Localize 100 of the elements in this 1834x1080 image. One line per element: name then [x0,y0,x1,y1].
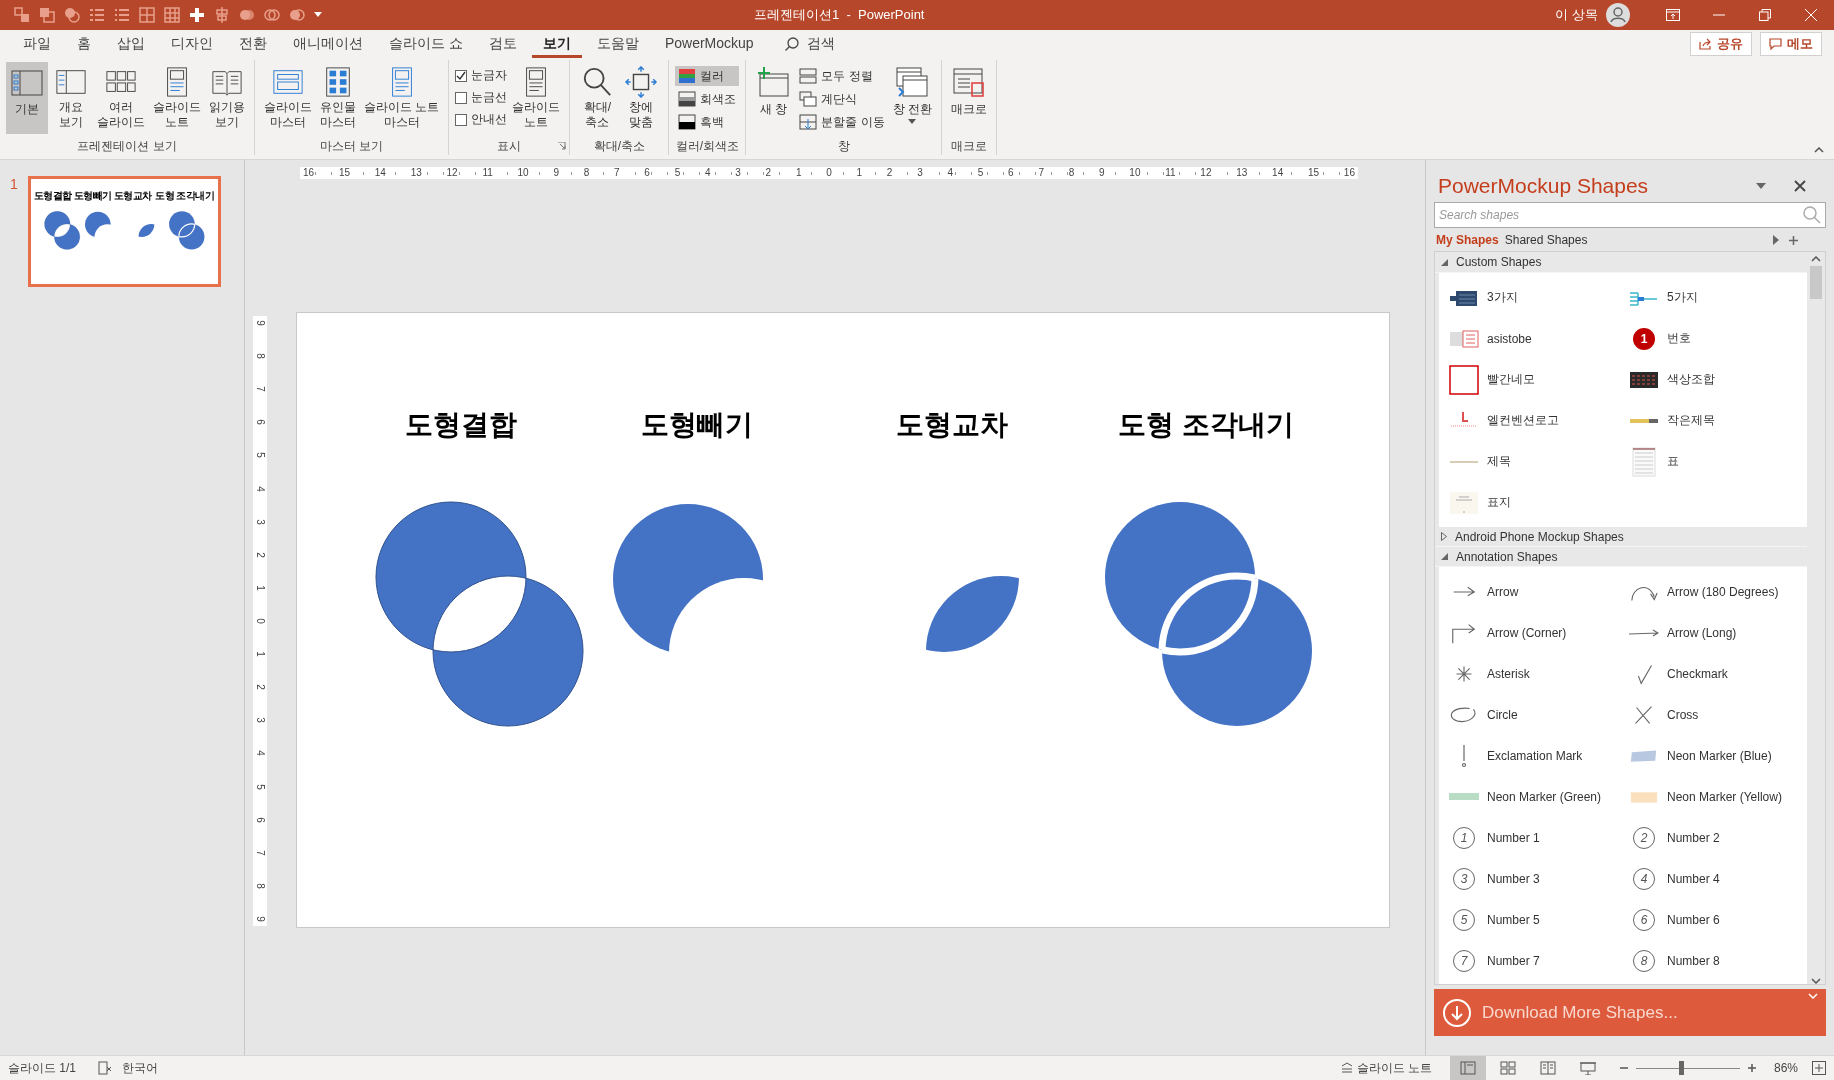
caret-icon[interactable] [314,12,322,18]
shape-item[interactable]: 3가지 [1445,277,1625,318]
shape-item[interactable]: 1 번호 [1625,318,1805,359]
zoom-slider-thumb[interactable] [1678,1061,1684,1075]
shape-item[interactable]: Asterisk [1445,653,1625,694]
shapes-icon[interactable] [39,7,55,23]
shape-item[interactable]: 1 Number 1 [1445,817,1625,858]
shape-item[interactable]: 작은제목 [1625,400,1805,441]
shape-item[interactable]: Arrow [1445,571,1625,612]
menu-tab[interactable]: 도움말 [585,30,650,58]
shape-item[interactable]: 7 Number 7 [1445,940,1625,981]
notes-button[interactable]: 슬라이드 노트 [1334,1058,1438,1078]
shape-item[interactable]: Checkmark [1625,653,1805,694]
ribbon-button[interactable]: 모두 정렬 [796,66,888,86]
shape-item[interactable]: 표 [1625,441,1805,482]
ribbon-button[interactable]: 슬라이드 노트 [509,62,564,134]
checkbox[interactable]: 안내선 [455,110,508,129]
collapse-ribbon-icon[interactable] [1814,147,1824,153]
shape-item[interactable]: Arrow (Corner) [1445,612,1625,653]
panel-menu-button[interactable] [1756,183,1767,189]
menu-tab[interactable]: 파일 [12,30,62,58]
list-icon[interactable] [114,7,130,23]
menu-tab[interactable]: 삽입 [106,30,156,58]
checkbox[interactable]: 눈금자 [455,66,508,85]
plus-icon[interactable] [189,7,205,23]
dialog-launcher-icon[interactable] [558,142,567,150]
panel-tab[interactable]: My Shapes [1436,233,1499,247]
shape-item[interactable]: Cross [1625,694,1805,735]
shape-item[interactable]: 빨간네모 [1445,359,1625,400]
shape-item[interactable]: Arrow (Long) [1625,612,1805,653]
ribbon-button[interactable]: 회색조 [675,89,740,109]
zoom-out-button[interactable] [1619,1064,1628,1072]
menu-tab[interactable]: 검토 [477,30,528,58]
add-button[interactable] [1789,235,1799,245]
checkbox[interactable]: 눈금선 [455,88,508,107]
ribbon-button[interactable]: 매크로 [948,62,991,134]
ribbon-button[interactable]: 슬라이드 노트 [150,62,204,134]
ribbon-button[interactable]: 슬라이드 노트 마스터 [361,62,443,134]
shape-item[interactable]: 5 Number 5 [1445,899,1625,940]
zoom-in-button[interactable] [1747,1064,1756,1072]
menu-tab[interactable]: 애니메이션 [282,30,374,58]
shape-item[interactable]: 엘컨벤션로고 [1445,400,1625,441]
shape-item[interactable]: 6 Number 6 [1625,899,1805,940]
shape-item[interactable]: Neon Marker (Blue) [1625,735,1805,776]
ribbon-button[interactable]: 여러 슬라이드 [94,62,148,134]
fit-slide-button[interactable] [1812,1061,1826,1075]
checkbox-box[interactable] [455,113,468,126]
search-field[interactable]: Search shapes [1434,202,1826,228]
circles-icon[interactable] [64,7,80,23]
shape-item[interactable]: Circle [1445,694,1625,735]
ribbon-button[interactable]: 개요 보기 [50,62,92,134]
circles-icon[interactable] [264,7,280,23]
shape-item[interactable]: Neon Marker (Green) [1445,776,1625,817]
ribbon-button[interactable]: 컬러 [675,66,740,86]
ribbon-button[interactable]: 기본 [6,62,48,134]
view-button[interactable] [1449,1056,1486,1080]
menu-tab[interactable]: 디자인 [160,30,224,58]
scrollbar-thumb[interactable] [1810,266,1822,299]
menu-tab[interactable]: 홈 [66,30,102,58]
search-button[interactable]: 검색 [778,34,841,54]
checkbox-box[interactable] [455,69,468,82]
table-icon[interactable] [139,7,155,23]
ribbon-button[interactable]: 창 전환 [889,62,936,134]
shape-item[interactable]: 8 Number 8 [1625,940,1805,981]
ribbon-button[interactable]: 흑백 [675,112,740,132]
circles-icon[interactable] [239,7,255,23]
ribbon-button[interactable]: 유인물 마스터 [317,62,359,134]
ribbon-button[interactable]: 읽기용 보기 [206,62,248,134]
shape-item[interactable]: 4 Number 4 [1625,858,1805,899]
menu-tab[interactable]: PowerMockup [653,30,765,58]
menu-tab[interactable]: 슬라이드 쇼 [378,30,474,58]
close-button[interactable] [1794,180,1807,192]
avatar-icon[interactable] [1606,3,1630,27]
circles-icon[interactable] [289,7,305,23]
language-label[interactable]: 한국어 [122,1059,158,1077]
panel-tab[interactable]: Shared Shapes [1504,233,1588,247]
menu-tab[interactable]: 전환 [228,30,278,58]
ribbon-button[interactable]: 창에 맞춤 [620,62,663,134]
shape-item[interactable]: Neon Marker (Yellow) [1625,776,1805,817]
shape-item[interactable]: 제목 [1445,441,1625,482]
shapes-icon[interactable] [14,7,30,23]
shape-item[interactable]: 2 Number 2 [1625,817,1805,858]
ribbon-button[interactable]: 계단식 [796,89,888,109]
table-icon[interactable] [164,7,180,23]
shape-item[interactable]: 색상조합 [1625,359,1805,400]
shape-item[interactable]: Exclamation Mark [1445,735,1625,776]
ribbon-button[interactable]: 확대/ 축소 [576,62,619,134]
comment-button[interactable]: 메모 [1760,32,1822,56]
ribbon-button[interactable]: 새 창 [752,62,795,134]
ribbon-button[interactable]: 분할줄 이동 [796,112,888,132]
expand-button[interactable] [1773,235,1780,245]
shape-item[interactable]: 5가지 [1625,277,1805,318]
slide-thumbnail[interactable]: 도형결합 도형빼기 도형교차 도형 조각내기 [27,176,221,287]
list-icon[interactable] [89,7,105,23]
share-button[interactable]: 공유 [1690,32,1752,56]
ribbon-button[interactable]: 슬라이드 마스터 [261,62,315,134]
shape-item[interactable]: 표지 [1445,482,1625,523]
align-icon[interactable] [214,7,230,23]
shape-item[interactable]: Arrow (180 Degrees) [1625,571,1805,612]
checkbox-box[interactable] [455,91,468,104]
